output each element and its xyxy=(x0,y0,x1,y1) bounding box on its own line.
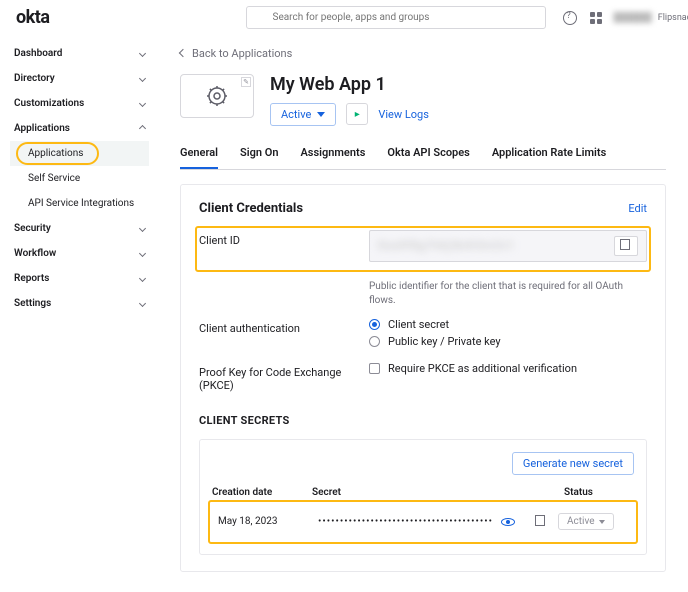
client-id-label: Client ID xyxy=(199,230,369,262)
sidebar-item-security[interactable]: Security xyxy=(10,216,149,241)
sidebar-sub-self-service[interactable]: Self Service xyxy=(10,166,149,191)
okta-logo: okta xyxy=(16,7,50,28)
app-logo[interactable]: ✎ xyxy=(180,74,254,118)
sidebar-item-dashboard[interactable]: Dashboard xyxy=(10,41,149,66)
caret-down-icon xyxy=(599,520,605,524)
sidebar: Dashboard Directory Customizations Appli… xyxy=(0,35,160,592)
secret-date: May 18, 2023 xyxy=(218,516,318,527)
sidebar-item-customizations[interactable]: Customizations xyxy=(10,91,149,116)
radio-icon xyxy=(369,319,380,330)
edit-logo-icon[interactable]: ✎ xyxy=(241,77,251,87)
arrow-left-icon xyxy=(179,49,187,57)
client-id-help: Public identifier for the client that is… xyxy=(369,280,647,308)
pkce-label: Proof Key for Code Exchange (PKCE) xyxy=(199,362,369,392)
col-secret: Secret xyxy=(312,487,564,498)
checkbox-icon xyxy=(369,363,380,374)
view-logs-link[interactable]: View Logs xyxy=(378,108,429,121)
client-id-value: 0oa9f8g7h6j5k4l3m2n1 xyxy=(378,239,608,252)
gear-icon xyxy=(205,84,229,108)
secret-status-button[interactable]: Active xyxy=(558,513,614,530)
search-input[interactable] xyxy=(246,6,546,29)
sidebar-item-reports[interactable]: Reports xyxy=(10,266,149,291)
sidebar-sub-api-service[interactable]: API Service Integrations xyxy=(10,191,149,216)
sidebar-item-settings[interactable]: Settings xyxy=(10,291,149,316)
copy-client-id-button[interactable] xyxy=(614,236,638,256)
caret-down-icon xyxy=(317,112,325,117)
org-name: Flipsnack xyxy=(658,13,688,23)
panel-title: Client Credentials xyxy=(199,201,303,216)
reveal-secret-icon[interactable] xyxy=(501,518,515,526)
col-status: Status xyxy=(564,487,634,498)
tab-rate-limits[interactable]: Application Rate Limits xyxy=(492,140,606,169)
secret-row: May 18, 2023 •••••••••••••••••••••••••••… xyxy=(218,506,628,538)
copy-icon xyxy=(622,241,630,250)
sidebar-item-applications[interactable]: Applications xyxy=(10,116,149,141)
client-secrets-title: CLIENT SECRETS xyxy=(199,414,647,427)
client-credentials-panel: Client Credentials Edit Client ID 0oa9f8… xyxy=(180,184,666,572)
tab-assignments[interactable]: Assignments xyxy=(300,140,365,169)
logs-icon[interactable]: ▸ xyxy=(346,103,368,125)
active-status-button[interactable]: Active xyxy=(270,103,336,126)
col-creation-date: Creation date xyxy=(212,487,312,498)
secrets-table-header: Creation date Secret Status xyxy=(212,483,634,502)
sidebar-item-workflow[interactable]: Workflow xyxy=(10,241,149,266)
secret-masked: •••••••••••••••••••••••••••••••••••••••• xyxy=(318,516,493,527)
copy-secret-button[interactable] xyxy=(529,512,553,532)
radio-icon xyxy=(369,336,380,347)
tab-okta-api-scopes[interactable]: Okta API Scopes xyxy=(387,140,469,169)
client-auth-label: Client authentication xyxy=(199,318,369,352)
sidebar-sub-applications[interactable]: Applications xyxy=(10,141,149,166)
client-secrets-panel: Generate new secret Creation date Secret… xyxy=(199,439,647,555)
tabs: General Sign On Assignments Okta API Sco… xyxy=(180,140,666,170)
edit-link[interactable]: Edit xyxy=(628,202,647,215)
copy-icon xyxy=(537,517,545,526)
user-menu[interactable]: ██████ Flipsnack xyxy=(614,12,688,23)
checkbox-pkce[interactable]: Require PKCE as additional verification xyxy=(369,362,647,375)
apps-grid-icon[interactable] xyxy=(588,10,604,26)
radio-public-key[interactable]: Public key / Private key xyxy=(369,335,647,348)
back-link[interactable]: Back to Applications xyxy=(180,47,292,60)
help-icon[interactable] xyxy=(562,10,578,26)
client-id-field: 0oa9f8g7h6j5k4l3m2n1 xyxy=(369,230,647,262)
sidebar-item-directory[interactable]: Directory xyxy=(10,66,149,91)
app-title: My Web App 1 xyxy=(270,74,429,95)
radio-client-secret[interactable]: Client secret xyxy=(369,318,647,331)
tab-general[interactable]: General xyxy=(180,140,218,169)
tab-sign-on[interactable]: Sign On xyxy=(240,140,278,169)
generate-secret-button[interactable]: Generate new secret xyxy=(512,452,634,475)
